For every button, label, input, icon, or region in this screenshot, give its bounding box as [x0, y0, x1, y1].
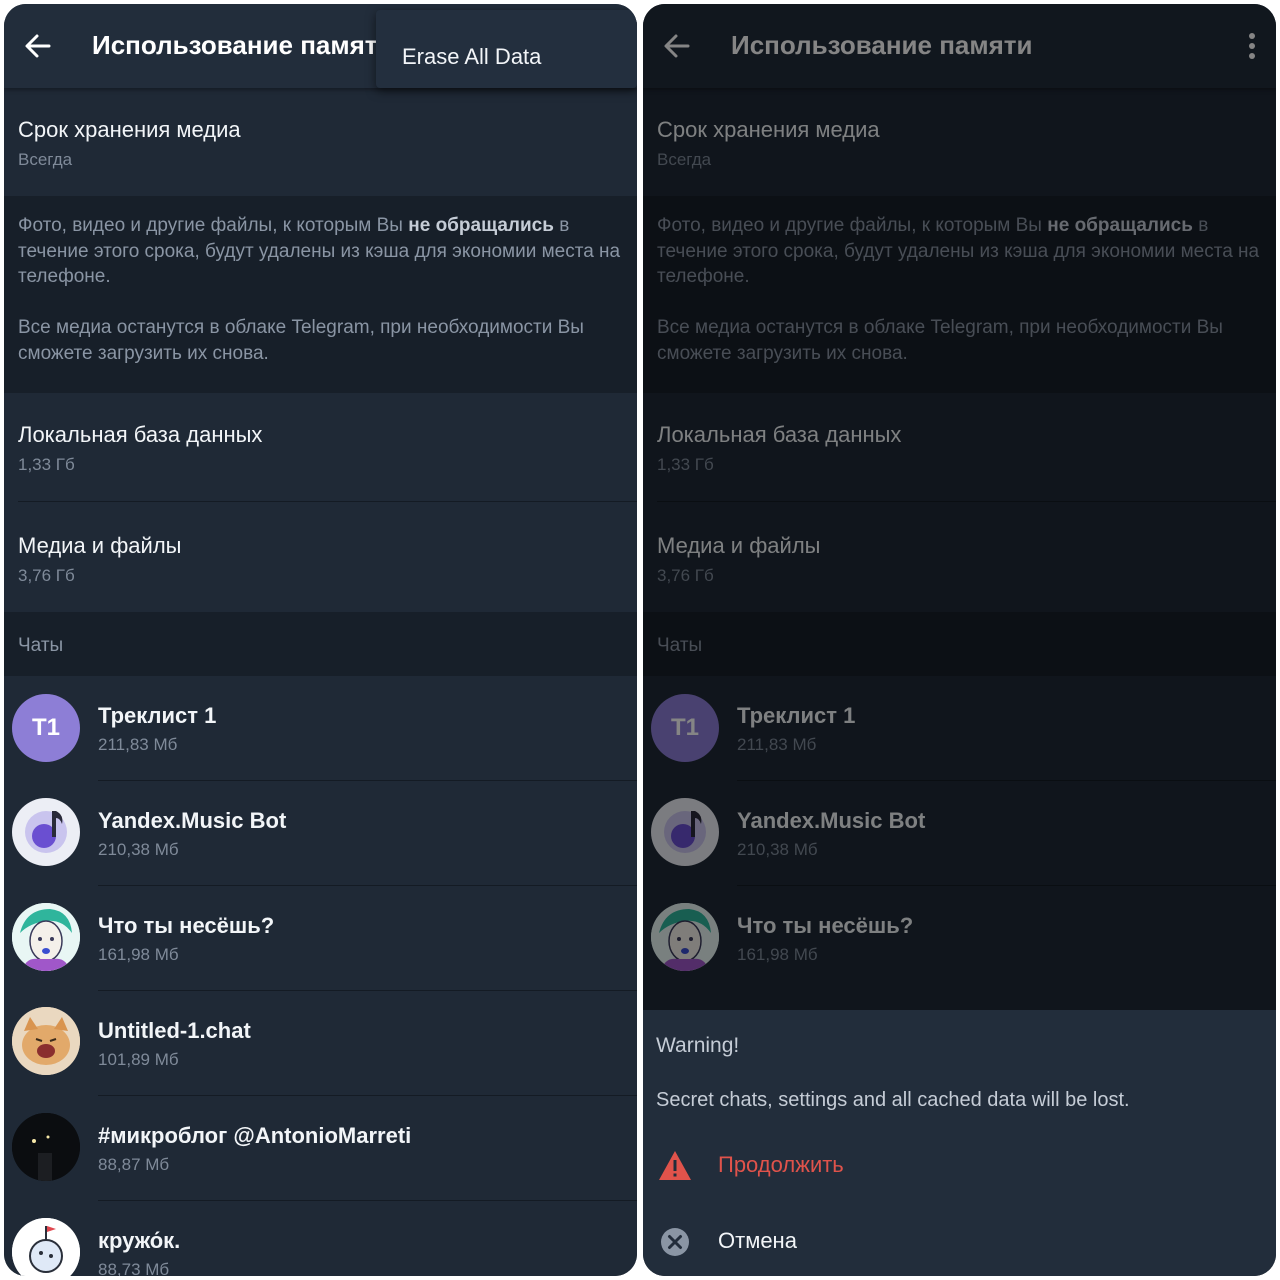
chat-row[interactable]: Yandex.Music Bot 210,38 Мб — [4, 781, 637, 885]
chat-avatar — [12, 903, 80, 971]
arrow-left-icon[interactable] — [22, 30, 54, 62]
chat-size: 210,38 Мб — [98, 840, 179, 859]
chat-row[interactable]: Что ты несёшь? 161,98 Мб — [4, 886, 637, 990]
warning-dialog: Warning! Secret chats, settings and all … — [643, 1010, 1276, 1276]
chat-row[interactable]: кружо́к. 88,73 Мб — [4, 1201, 637, 1276]
continue-button[interactable]: Продолжить — [643, 1136, 1276, 1196]
info-box: Фото, видео и другие файлы, к которым Вы… — [4, 196, 637, 393]
chat-size: 211,83 Мб — [98, 735, 178, 754]
warning-triangle-icon — [659, 1151, 691, 1180]
media-files-title: Медиа и файлы — [18, 533, 182, 558]
chat-name: Треклист 1 — [98, 703, 217, 728]
chat-row[interactable]: T1 Треклист 1 211,83 Мб — [4, 676, 637, 780]
chat-size: 101,89 Мб — [98, 1050, 179, 1069]
left-screen: Срок хранения медиа Всегда Фото, видео и… — [4, 4, 637, 1276]
chat-avatar — [12, 1113, 80, 1181]
media-retention-title: Срок хранения медиа — [18, 117, 241, 142]
chat-name: #микроблог @AntonioMarreti — [98, 1123, 412, 1148]
continue-label: Продолжить — [718, 1152, 844, 1177]
overflow-menu: Erase All Data — [376, 10, 637, 88]
chat-avatar — [12, 1218, 80, 1276]
page-title: Использование памяти — [92, 30, 394, 60]
chat-avatar: T1 — [12, 694, 80, 762]
right-screen: Срок хранения медиа Всегда Фото, видео и… — [643, 4, 1276, 1276]
media-files-value: 3,76 Гб — [18, 566, 75, 585]
chat-name: Untitled-1.chat — [98, 1018, 251, 1043]
chat-name: Yandex.Music Bot — [98, 808, 287, 833]
erase-all-data-menu-item[interactable]: Erase All Data — [402, 44, 541, 70]
media-files-row[interactable]: Медиа и файлы 3,76 Гб — [4, 502, 637, 612]
chat-size: 88,87 Мб — [98, 1155, 170, 1174]
media-retention-value: Всегда — [18, 150, 73, 169]
close-circle-icon — [661, 1228, 689, 1256]
cancel-button[interactable]: Отмена — [643, 1212, 1276, 1272]
music-bot-avatar-icon — [12, 798, 80, 866]
chat-row[interactable]: #микроблог @AntonioMarreti 88,87 Мб — [4, 1096, 637, 1200]
chat-name: кружо́к. — [98, 1228, 181, 1253]
local-database-value: 1,33 Гб — [18, 455, 75, 474]
chats-section-header: Чаты — [4, 612, 637, 676]
cancel-label: Отмена — [718, 1228, 797, 1253]
chats-section-title: Чаты — [18, 635, 64, 656]
info-paragraph-1: Фото, видео и другие файлы, к которым Вы… — [18, 215, 621, 287]
dialog-message: Secret chats, settings and all cached da… — [656, 1089, 1130, 1111]
local-database-title: Локальная база данных — [18, 422, 263, 447]
local-database-row[interactable]: Локальная база данных 1,33 Гб — [4, 393, 637, 501]
chat-size: 161,98 Мб — [98, 945, 179, 964]
chat-avatar — [12, 1007, 80, 1075]
info-paragraph-2: Все медиа останутся в облаке Telegram, п… — [18, 317, 584, 364]
dialog-title: Warning! — [656, 1034, 740, 1057]
media-retention-row[interactable]: Срок хранения медиа Всегда — [4, 88, 637, 196]
chat-row[interactable]: Untitled-1.chat 101,89 Мб — [4, 991, 637, 1095]
chat-size: 88,73 Мб — [98, 1260, 170, 1276]
chat-name: Что ты несёшь? — [98, 913, 275, 938]
